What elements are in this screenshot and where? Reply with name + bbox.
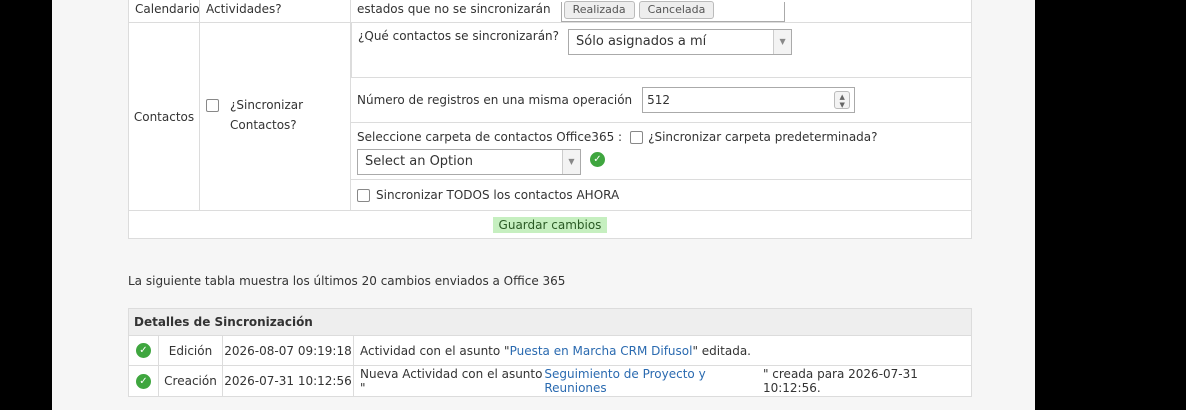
description-suffix: " creada para 2026-07-31 10:12:56. [762,367,918,395]
change-date: 2026-08-07 09:19:18 [223,336,354,365]
change-date: 2026-07-31 10:12:56 [223,366,354,396]
change-description: Nueva Actividad con el asunto " Seguimien… [354,366,971,396]
which-contacts-label: ¿Qué contactos se sincronizarán? [358,29,560,43]
table-row: ✓ Creación 2026-07-31 10:12:56 Nueva Act… [129,366,971,396]
description-prefix: Nueva Actividad con el asunto " [360,367,543,395]
records-label: Número de registros en una misma operaci… [357,93,633,108]
history-note: La siguiente tabla muestra los últimos 2… [128,274,566,288]
contacts-options: ¿Qué contactos se sincronizarán? Sólo as… [351,23,971,210]
check-circle-icon: ✓ [136,343,151,358]
state-chip[interactable]: Cancelada [638,1,715,19]
contacts-sync-cell: ¿Sincronizar Contactos? [200,23,351,210]
triangle-down-icon: ▼ [562,150,580,175]
sync-all-checkbox[interactable] [357,188,370,202]
sync-history-table: Detalles de Sincronización ✓ Edición 202… [128,308,972,397]
change-type: Edición [159,336,223,365]
state-chip[interactable]: Realizada [563,1,635,19]
which-contacts-section: ¿Qué contactos se sincronizarán? Sólo as… [351,23,971,78]
folder-label: Seleccione carpeta de contactos Office36… [357,130,623,145]
states-label: estados que no se sincronizarán [357,2,551,16]
default-folder-checkbox[interactable] [630,130,644,144]
folder-select-value: Select an Option [365,154,473,170]
which-contacts-value: Sólo asignados a mí [576,34,707,49]
description-prefix: Actividad con el asunto " [360,343,510,358]
check-circle-icon: ✓ [136,373,151,389]
calendar-states-cell: estados que no se sincronizarán Realizad… [351,0,971,22]
triangle-down-icon: ▼ [773,30,792,54]
calendar-row: Calendario Actividades? estados que no s… [129,0,971,23]
subject-link[interactable]: Puesta en Marcha CRM Difusol [510,344,693,358]
records-input[interactable]: 512 ▲ ▼ [642,87,856,114]
change-description: Actividad con el asunto " Puesta en March… [354,336,971,365]
calendar-sync-label: Actividades? [200,0,351,22]
sync-contacts-checkbox[interactable] [206,99,219,112]
sync-contacts-label: ¿Sincronizar Contactos? [230,98,304,132]
description-suffix: " editada. [692,343,751,358]
sync-settings-table: Calendario Actividades? estados que no s… [128,0,972,239]
save-row: Guardar cambios [129,211,971,238]
history-title: Detalles de Sincronización [129,309,971,336]
folder-section: Seleccione carpeta de contactos Office36… [351,123,971,181]
records-section: Número de registros en una misma operaci… [351,78,971,124]
table-row: ✓ Edición 2026-08-07 09:19:18 Actividad … [129,336,971,366]
contacts-row: Contactos ¿Sincronizar Contactos? ¿Qué c… [129,23,971,211]
save-button[interactable]: Guardar cambios [492,216,608,233]
calendar-label: Calendario [129,0,200,22]
subject-link[interactable]: Seguimiento de Proyecto y Reuniones [544,367,763,395]
folder-select[interactable]: Select an Option ▼ [357,149,581,176]
sync-all-section: Sincronizar TODOS los contactos AHORA [351,180,971,210]
contacts-label: Contactos [129,23,200,210]
states-multiselect[interactable]: Realizada Cancelada [560,1,785,22]
default-folder-label: ¿Sincronizar carpeta predeterminada? [648,130,878,145]
which-contacts-select[interactable]: Sólo asignados a mí ▼ [568,29,793,55]
change-type: Creación [159,366,223,396]
sync-all-label: Sincronizar TODOS los contactos AHORA [376,188,620,203]
check-circle-icon: ✓ [590,151,605,167]
up-down-chevron-icon[interactable]: ▲ ▼ [834,91,851,110]
records-value: 512 [647,93,671,108]
page: Calendario Actividades? estados que no s… [52,0,1035,410]
